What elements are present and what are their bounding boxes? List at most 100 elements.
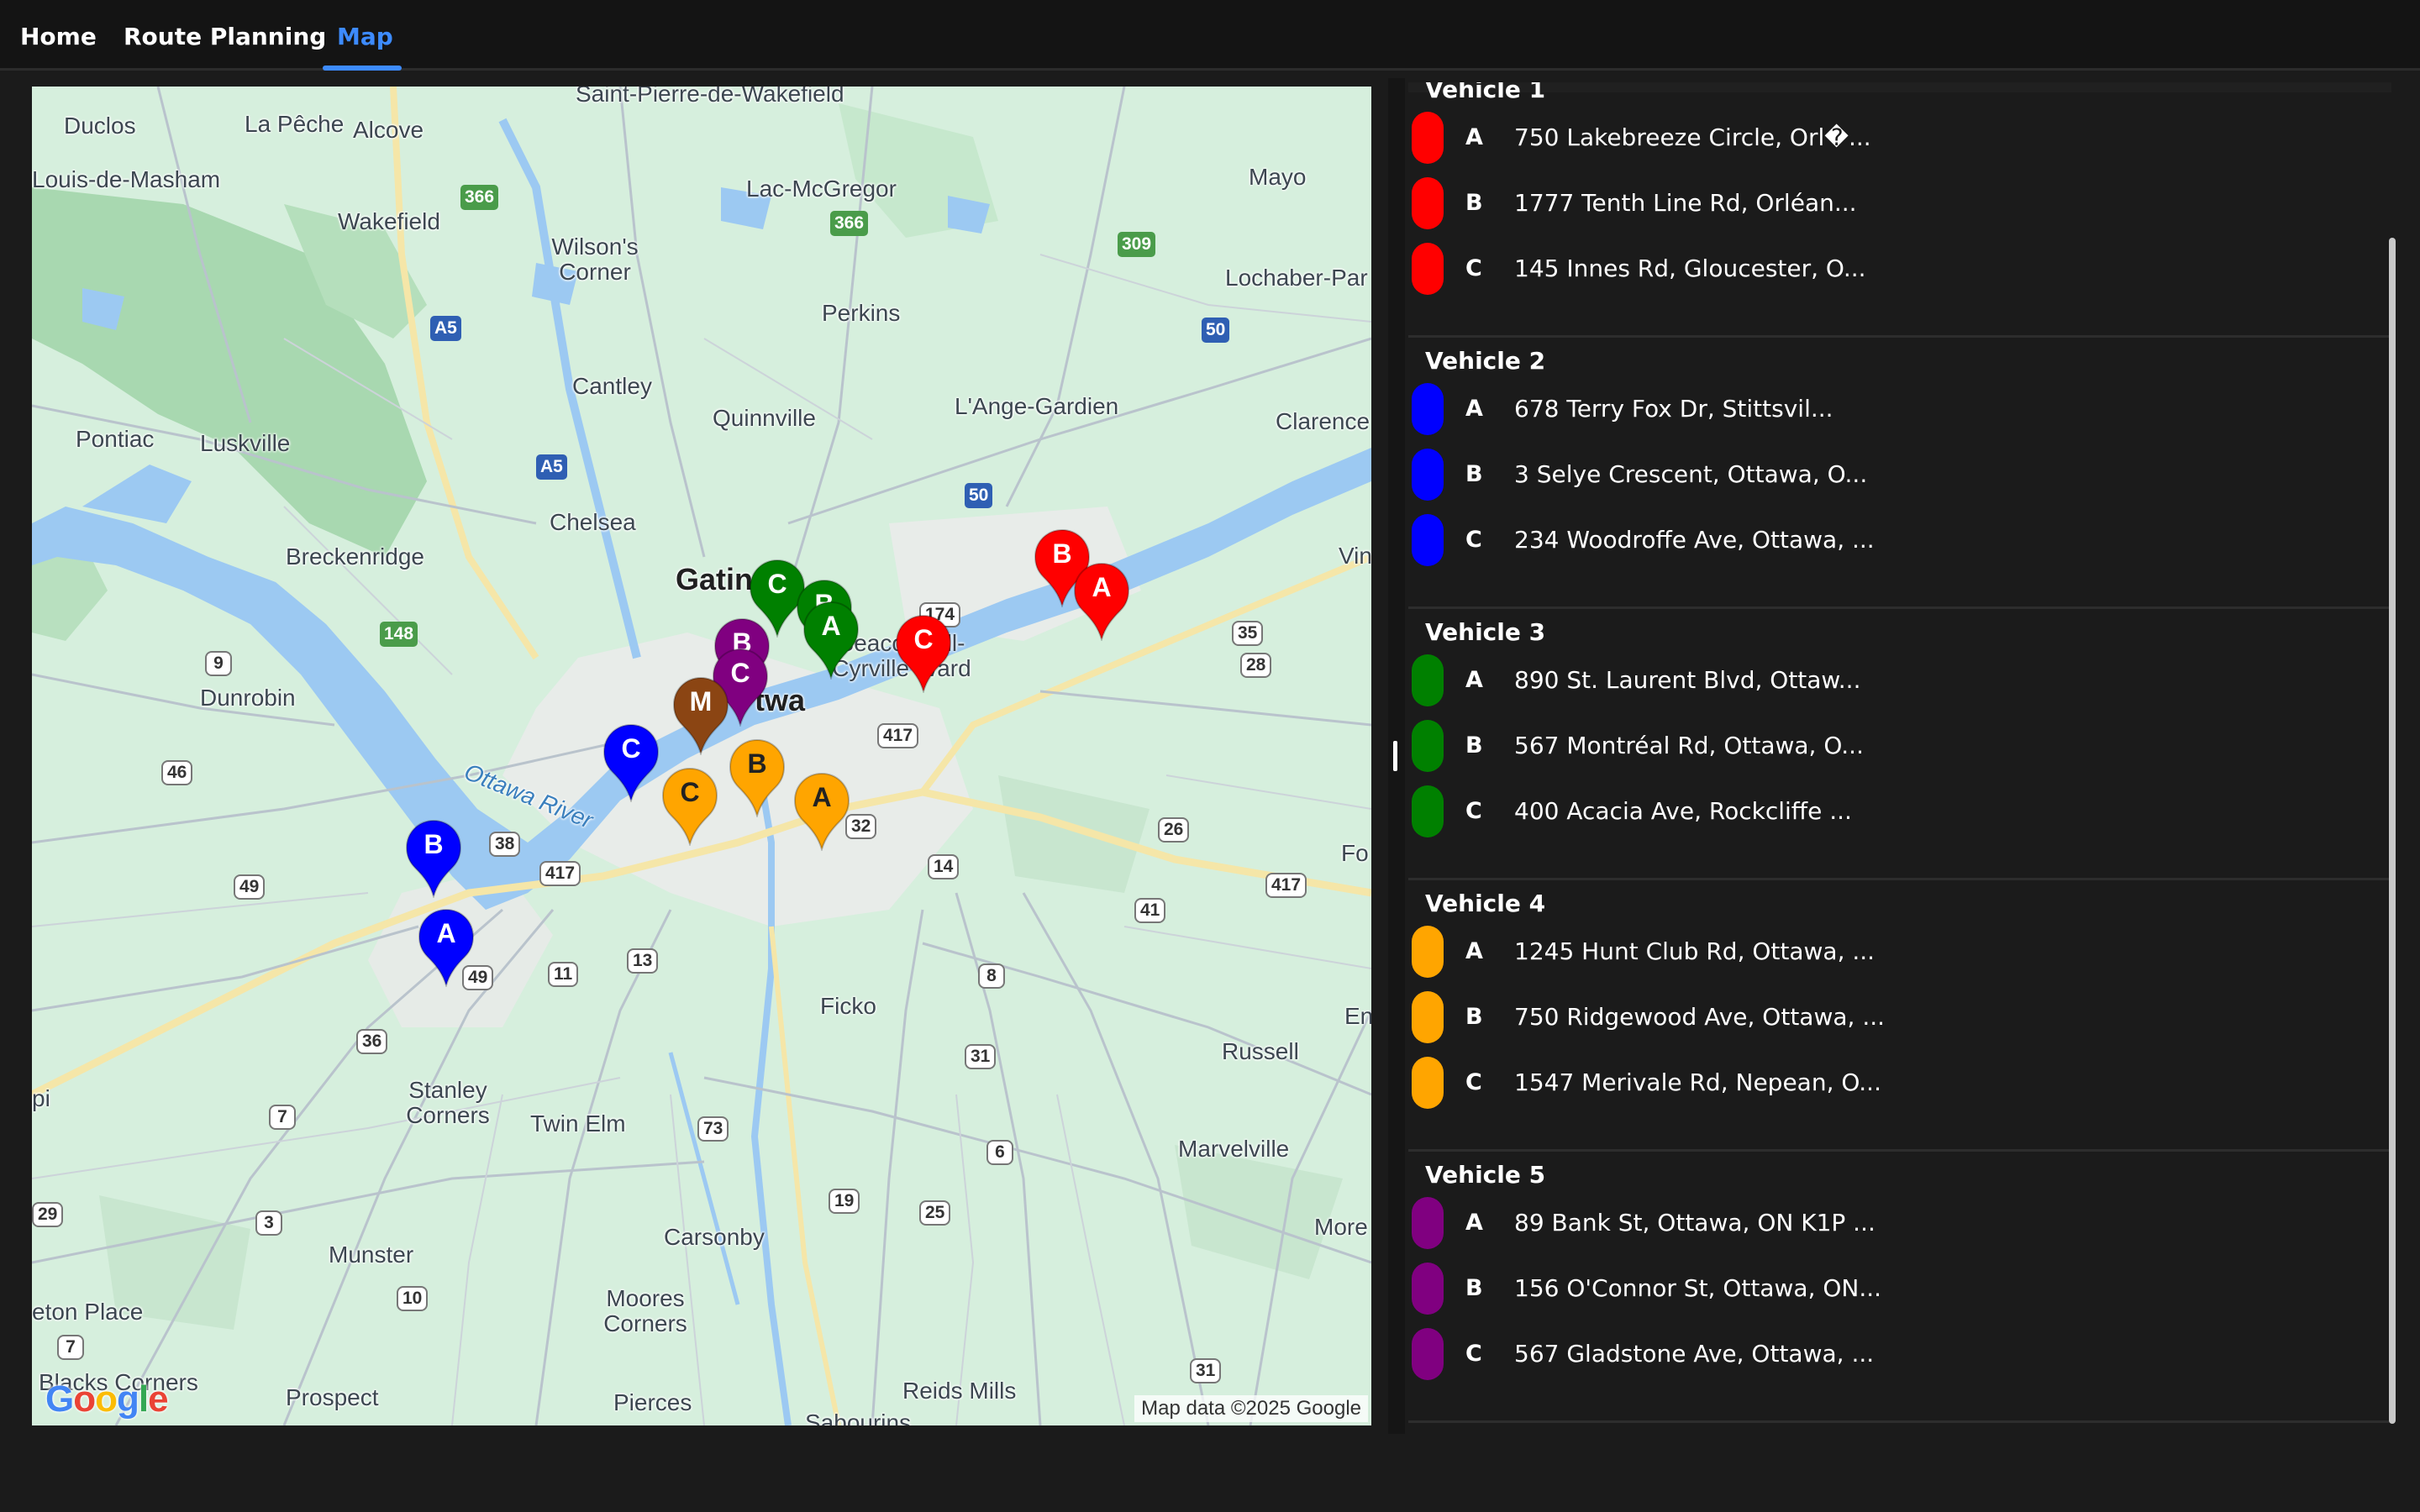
- vehicle-title: Vehicle 3: [1425, 618, 1546, 646]
- marker-label: C: [680, 777, 700, 807]
- stop-item[interactable]: C 400 Acacia Ave, Rockcliffe ...: [1408, 779, 2391, 844]
- place-label: Quinnville: [713, 405, 816, 431]
- vehicle-title: Vehicle 4: [1425, 890, 1546, 917]
- place-label: Lac-McGregor: [746, 176, 897, 202]
- panel-scrollbar[interactable]: [2389, 238, 2396, 1424]
- stop-item[interactable]: C 234 Woodroffe Ave, Ottawa, ...: [1408, 507, 2391, 573]
- highway-shield: 11: [548, 962, 579, 987]
- vehicle-color-swatch: [1412, 383, 1444, 435]
- place-label: pi: [32, 1085, 50, 1111]
- place-label: More: [1314, 1214, 1368, 1240]
- stop-address: 750 Ridgewood Ave, Ottawa, ...: [1514, 1003, 1886, 1031]
- stop-letter: B: [1465, 1275, 1483, 1301]
- place-label: Lochaber-Par: [1225, 265, 1368, 291]
- stop-item[interactable]: B 1777 Tenth Line Rd, Orléan...: [1408, 171, 2391, 236]
- vehicle-color-swatch: [1412, 991, 1444, 1043]
- stop-address: 678 Terry Fox Dr, Stittsvil...: [1514, 395, 1833, 423]
- stop-address: 156 O'Connor St, Ottawa, ON...: [1514, 1274, 1882, 1302]
- stop-letter: B: [1465, 461, 1483, 487]
- place-label: Dunrobin: [200, 685, 296, 711]
- highway-shield: 8: [978, 963, 1005, 989]
- route-marker[interactable]: C: [661, 767, 718, 846]
- stop-address: 890 St. Laurent Blvd, Ottaw...: [1514, 666, 1861, 694]
- vehicle-title: Vehicle 1: [1425, 82, 1546, 103]
- highway-shield: 50: [1202, 318, 1230, 343]
- map-attribution[interactable]: Map data ©2025 Google: [1134, 1395, 1368, 1422]
- place-label: Marvelville: [1178, 1136, 1290, 1162]
- place-label: Ficko: [820, 993, 876, 1019]
- stop-item[interactable]: C 567 Gladstone Ave, Ottawa, ...: [1408, 1321, 2391, 1387]
- highway-shield: 31: [1190, 1358, 1222, 1383]
- stop-address: 567 Montréal Rd, Ottawa, O...: [1514, 732, 1864, 759]
- stop-letter: C: [1465, 527, 1482, 553]
- stop-item[interactable]: A 890 St. Laurent Blvd, Ottaw...: [1408, 648, 2391, 713]
- map-view[interactable]: Saint-Pierre-de-Wakefield Duclos La Pêch…: [32, 87, 1371, 1425]
- vehicle-group-3: Vehicle 3 A 890 St. Laurent Blvd, Ottaw.…: [1408, 610, 2391, 880]
- stop-address: 3 Selye Crescent, Ottawa, O...: [1514, 460, 1868, 488]
- vehicle-color-swatch: [1412, 449, 1444, 501]
- place-label: En: [1344, 1003, 1371, 1029]
- vehicle-title: Vehicle 2: [1425, 347, 1546, 375]
- highway-shield: 41: [1134, 898, 1166, 923]
- stop-item[interactable]: C 1547 Merivale Rd, Nepean, O...: [1408, 1050, 2391, 1116]
- highway-shield: 7: [57, 1335, 84, 1360]
- place-label: Cantley: [572, 373, 652, 399]
- stop-letter: B: [1465, 190, 1483, 216]
- vehicle-group-2: Vehicle 2 A 678 Terry Fox Dr, Stittsvil.…: [1408, 339, 2391, 609]
- place-label: Vin: [1339, 543, 1371, 569]
- highway-shield: 50: [965, 483, 993, 508]
- vehicle-color-swatch: [1412, 720, 1444, 772]
- route-marker[interactable]: C: [602, 723, 660, 802]
- place-label: Wilson's Corner: [551, 234, 639, 285]
- stop-address: 234 Woodroffe Ave, Ottawa, ...: [1514, 526, 1875, 554]
- stop-letter: A: [1465, 124, 1483, 150]
- stop-letter: A: [1465, 396, 1483, 422]
- place-label: Fo: [1341, 840, 1369, 866]
- route-marker[interactable]: B: [405, 819, 462, 898]
- divider-drag-handle[interactable]: [1393, 741, 1397, 771]
- place-label: Perkins: [822, 300, 901, 326]
- stop-item[interactable]: C 145 Innes Rd, Gloucester, O...: [1408, 236, 2391, 302]
- marker-label: M: [689, 686, 713, 717]
- route-marker[interactable]: A: [418, 908, 475, 987]
- highway-shield: 25: [919, 1200, 951, 1226]
- place-label: Twin Elm: [530, 1110, 626, 1137]
- stop-letter: C: [1465, 255, 1482, 281]
- vehicle-color-swatch: [1412, 1263, 1444, 1315]
- tab-home[interactable]: Home: [20, 0, 97, 71]
- highway-shield: 38: [489, 832, 521, 857]
- highway-shield: 36: [356, 1029, 388, 1054]
- stop-item[interactable]: B 750 Ridgewood Ave, Ottawa, ...: [1408, 984, 2391, 1050]
- route-marker[interactable]: M: [672, 676, 729, 755]
- stop-letter: A: [1465, 667, 1483, 693]
- highway-shield: 417: [539, 861, 581, 886]
- stop-item[interactable]: B 3 Selye Crescent, Ottawa, O...: [1408, 442, 2391, 507]
- route-marker[interactable]: A: [793, 772, 850, 851]
- vehicle-color-swatch: [1412, 1057, 1444, 1109]
- tab-route-planning[interactable]: Route Planning: [124, 0, 326, 71]
- route-marker[interactable]: B: [729, 738, 786, 817]
- stop-item[interactable]: B 567 Montréal Rd, Ottawa, O...: [1408, 713, 2391, 779]
- route-marker[interactable]: A: [802, 601, 860, 680]
- stop-item[interactable]: A 678 Terry Fox Dr, Stittsvil...: [1408, 376, 2391, 442]
- stop-item[interactable]: A 1245 Hunt Club Rd, Ottawa, ...: [1408, 919, 2391, 984]
- stop-item[interactable]: A 750 Lakebreeze Circle, Orl�...: [1408, 105, 2391, 171]
- tab-map[interactable]: Map: [337, 0, 393, 71]
- place-label: Munster: [329, 1242, 414, 1268]
- place-label: Stanley Corners: [406, 1077, 490, 1128]
- active-tab-indicator: [323, 66, 402, 71]
- top-nav: Home Route Planning Map: [0, 0, 2420, 71]
- route-marker[interactable]: C: [895, 614, 952, 693]
- vehicle-group-4: Vehicle 4 A 1245 Hunt Club Rd, Ottawa, .…: [1408, 881, 2391, 1152]
- stop-item[interactable]: B 156 O'Connor St, Ottawa, ON...: [1408, 1256, 2391, 1321]
- stop-item[interactable]: A 89 Bank St, Ottawa, ON K1P ...: [1408, 1190, 2391, 1256]
- route-marker[interactable]: A: [1073, 562, 1130, 641]
- highway-shield: 6: [986, 1140, 1013, 1165]
- highway-shield: 46: [161, 760, 193, 785]
- place-label: La Pêche: [245, 111, 345, 137]
- stop-letter: C: [1465, 1341, 1482, 1367]
- marker-label: A: [436, 918, 456, 948]
- stop-address: 89 Bank St, Ottawa, ON K1P ...: [1514, 1209, 1876, 1236]
- highway-shield: 35: [1232, 621, 1264, 646]
- vehicle-list-panel[interactable]: Vehicle 1 A 750 Lakebreeze Circle, Orl�.…: [1408, 82, 2391, 1426]
